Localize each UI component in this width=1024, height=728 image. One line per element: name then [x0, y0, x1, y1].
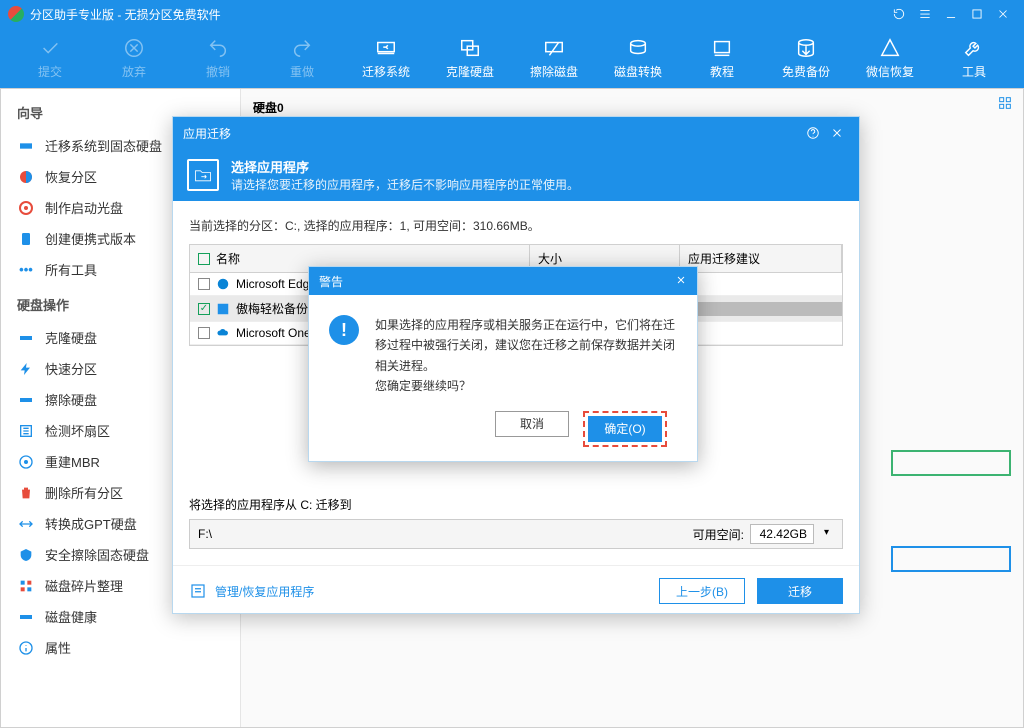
free-backup-button[interactable]: 免费备份: [764, 30, 848, 86]
ok-button-highlight: 确定(O): [583, 411, 667, 447]
row-checkbox[interactable]: [198, 327, 210, 339]
refresh-icon[interactable]: [886, 4, 912, 24]
wipe-disk-button[interactable]: 擦除磁盘: [512, 30, 596, 86]
col-name-header: 名称: [216, 250, 240, 267]
app-logo: [8, 6, 24, 22]
warning-close-icon[interactable]: [675, 274, 687, 289]
sidebar-properties[interactable]: 属性: [1, 632, 240, 663]
dialog-banner: 选择应用程序 请选择您要迁移的应用程序，迁移后不影响应用程序的正常使用。: [173, 149, 859, 201]
folder-arrow-icon: [187, 159, 219, 191]
wechat-recover-button[interactable]: 微信恢复: [848, 30, 932, 86]
exclamation-icon: !: [329, 315, 359, 345]
selection-info: 当前选择的分区：C:, 选择的应用程序：1, 可用空间：310.66MB。: [189, 217, 843, 234]
window-titlebar: 分区助手专业版 - 无损分区免费软件: [0, 0, 1024, 28]
move-to-label: 将选择的应用程序从 C: 迁移到: [189, 496, 843, 513]
row-checkbox[interactable]: [198, 278, 210, 290]
manage-apps-link[interactable]: 管理/恢复应用程序: [189, 582, 314, 600]
main-toolbar: 提交 放弃 撤销 重做 迁移系统 克隆硬盘 擦除磁盘 磁盘转换 教程 免费备份 …: [0, 28, 1024, 88]
dialog-close-icon[interactable]: [825, 126, 849, 140]
row-checkbox[interactable]: [198, 303, 210, 315]
onedrive-icon: [216, 326, 230, 340]
convert-disk-button[interactable]: 磁盘转换: [596, 30, 680, 86]
tools-button[interactable]: 工具: [932, 30, 1016, 86]
target-path-box: F:\ 可用空间: 42.42GB: [189, 519, 843, 549]
banner-subtitle: 请选择您要迁移的应用程序，迁移后不影响应用程序的正常使用。: [231, 176, 579, 193]
minimize-icon[interactable]: [938, 4, 964, 24]
discard-button[interactable]: 放弃: [92, 30, 176, 86]
col-suggest-header: 应用迁移建议: [680, 245, 842, 272]
free-space-label: 可用空间:: [693, 526, 744, 543]
window-title: 分区助手专业版 - 无损分区免费软件: [30, 6, 221, 23]
warning-message-1: 如果选择的应用程序或相关服务正在运行中，它们将在迁移过程中被强行关闭，建议您在迁…: [375, 315, 677, 376]
ok-button[interactable]: 确定(O): [588, 416, 662, 442]
tutorial-button[interactable]: 教程: [680, 30, 764, 86]
redo-button[interactable]: 重做: [260, 30, 344, 86]
warning-title: 警告: [319, 273, 343, 290]
aomei-icon: [216, 302, 230, 316]
back-button[interactable]: 上一步(B): [659, 578, 745, 604]
migrate-button[interactable]: 迁移: [757, 578, 843, 604]
help-icon[interactable]: [801, 126, 825, 140]
partition-bar-1[interactable]: [891, 450, 1011, 476]
view-grid-icon[interactable]: [997, 95, 1013, 116]
partition-bar-2[interactable]: [891, 546, 1011, 572]
clone-disk-button[interactable]: 克隆硬盘: [428, 30, 512, 86]
cancel-button[interactable]: 取消: [495, 411, 569, 437]
banner-title: 选择应用程序: [231, 157, 579, 176]
migrate-os-button[interactable]: 迁移系统: [344, 30, 428, 86]
dialog-header: 应用迁移: [173, 117, 859, 149]
dialog-title: 应用迁移: [183, 125, 231, 142]
edge-icon: [216, 277, 230, 291]
menu-icon[interactable]: [912, 4, 938, 24]
commit-button[interactable]: 提交: [8, 30, 92, 86]
warning-message-2: 您确定要继续吗？: [375, 376, 677, 396]
warning-dialog: 警告 ! 如果选择的应用程序或相关服务正在运行中，它们将在迁移过程中被强行关闭，…: [308, 266, 698, 462]
select-all-checkbox[interactable]: [198, 253, 210, 265]
maximize-icon[interactable]: [964, 4, 990, 24]
close-icon[interactable]: [990, 4, 1016, 24]
target-path: F:\: [198, 527, 212, 541]
free-space-dropdown[interactable]: 42.42GB: [750, 524, 814, 544]
undo-button[interactable]: 撤销: [176, 30, 260, 86]
